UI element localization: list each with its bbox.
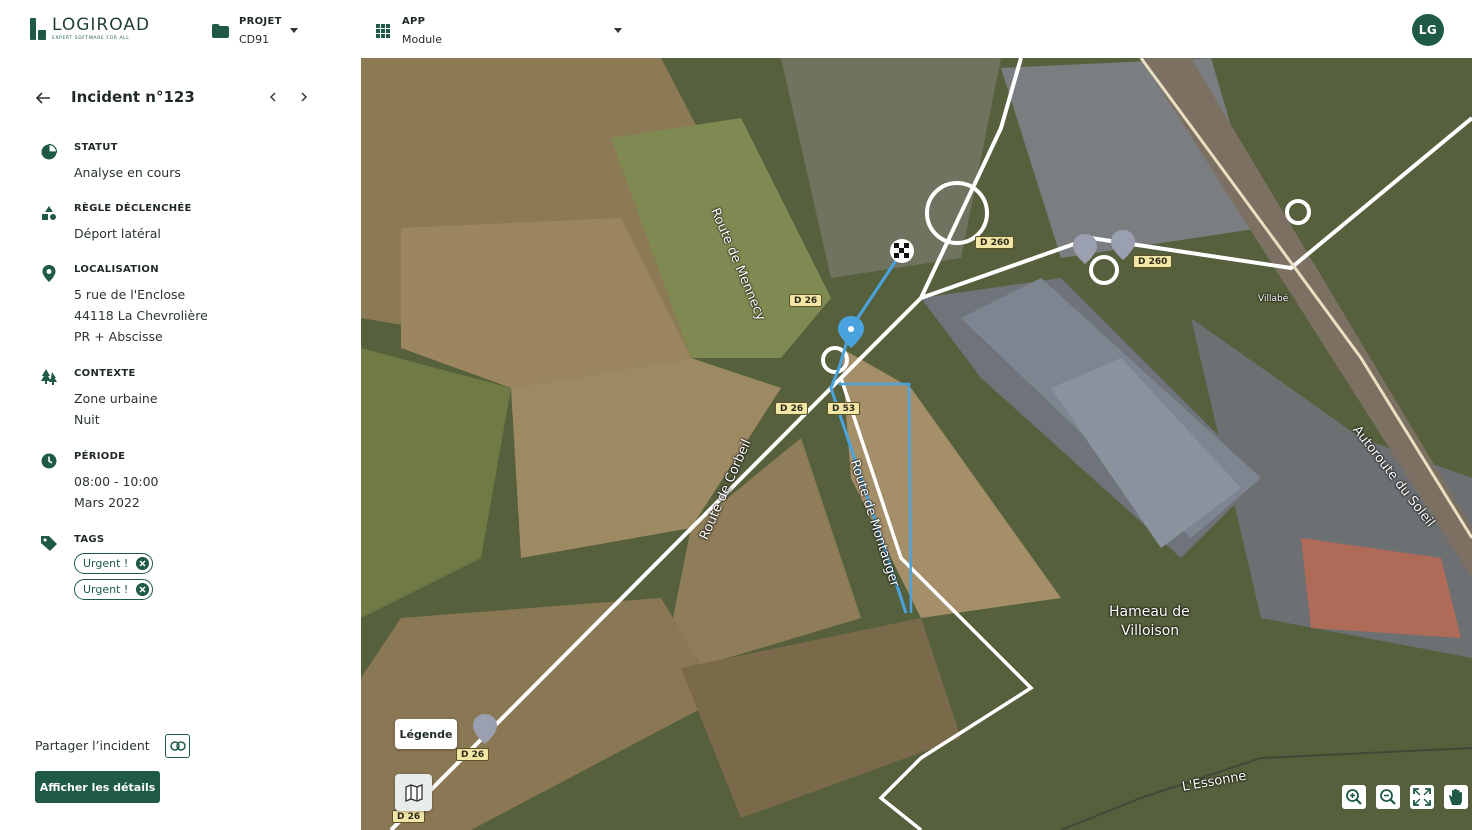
road-label: D 26 xyxy=(775,402,809,415)
grid-icon xyxy=(376,24,390,38)
chevron-down-icon xyxy=(614,28,622,33)
chevron-down-icon xyxy=(290,28,298,33)
logo-mark-icon xyxy=(28,17,48,41)
back-arrow-icon[interactable] xyxy=(35,90,51,106)
status-label: STATUT xyxy=(74,142,118,153)
road-label: D 53 xyxy=(827,402,861,415)
road-label: D 26 xyxy=(789,294,823,307)
project-value: CD91 xyxy=(239,33,270,46)
share-incident-label: Partager l’incident xyxy=(35,738,150,753)
pie-chart-icon xyxy=(41,143,58,160)
app-value: Module xyxy=(402,33,442,46)
location-pin-icon xyxy=(42,265,56,282)
logiroad-logo[interactable]: LOGIROAD EXPERT SOFTWARE FOR ALL xyxy=(28,17,150,41)
satellite-map[interactable]: D 260 D 260 D 26 D 26 D 53 D 26 D 26 Rou… xyxy=(361,58,1472,830)
tag-label: Urgent ! xyxy=(83,583,129,596)
place-label: Hameau de xyxy=(1109,604,1190,620)
zoom-out-icon xyxy=(1380,789,1396,805)
map-imagery xyxy=(361,58,1472,830)
chevron-left-icon[interactable] xyxy=(266,90,280,104)
rule-value: Déport latéral xyxy=(74,226,161,241)
map-layers-button[interactable] xyxy=(395,774,432,811)
location-line: PR + Abscisse xyxy=(74,329,163,344)
incident-title: Incident n°123 xyxy=(71,88,195,106)
road-label: D 26 xyxy=(456,748,490,761)
remove-tag-icon[interactable] xyxy=(136,557,149,570)
clock-icon xyxy=(41,453,57,469)
user-avatar[interactable]: LG xyxy=(1412,14,1444,46)
location-label: LOCALISATION xyxy=(74,264,159,275)
copy-link-button[interactable] xyxy=(165,734,190,758)
trees-icon xyxy=(41,369,57,385)
zoom-in-button[interactable] xyxy=(1342,785,1366,809)
pan-button[interactable] xyxy=(1444,785,1468,809)
tag-icon xyxy=(41,536,57,551)
logo-title: LOGIROAD xyxy=(52,15,151,35)
rule-label: RÈGLE DÉCLENCHÉE xyxy=(74,203,192,214)
remove-tag-icon[interactable] xyxy=(136,583,149,596)
tag-chip: Urgent ! xyxy=(74,579,153,600)
zoom-out-button[interactable] xyxy=(1376,785,1400,809)
shapes-icon xyxy=(42,206,56,220)
folder-icon xyxy=(212,24,229,38)
place-label: Villoison xyxy=(1121,623,1180,639)
app-label: APP xyxy=(402,16,426,27)
hand-icon xyxy=(1449,789,1462,805)
place-label: Villabé xyxy=(1258,294,1289,304)
zoom-in-icon xyxy=(1346,789,1362,805)
context-line: Zone urbaine xyxy=(74,391,158,406)
project-label: PROJET xyxy=(239,16,282,27)
road-label: D 260 xyxy=(1133,255,1173,268)
context-line: Nuit xyxy=(74,412,100,427)
link-icon xyxy=(169,741,186,751)
period-label: PÉRIODE xyxy=(74,451,126,462)
tag-label: Urgent ! xyxy=(83,557,129,570)
incident-panel: Incident n°123 STATUT Analyse en cours R… xyxy=(0,58,361,830)
road-label: D 260 xyxy=(975,236,1015,249)
show-details-button[interactable]: Afficher les détails xyxy=(35,771,160,803)
logo-subtitle: EXPERT SOFTWARE FOR ALL xyxy=(52,36,130,41)
road-label: D 26 xyxy=(392,810,426,823)
location-line: 5 rue de l'Enclose xyxy=(74,287,186,302)
map-toolbar xyxy=(1342,785,1468,809)
period-line: 08:00 - 10:00 xyxy=(74,474,159,489)
location-line: 44118 La Chevrolière xyxy=(74,308,208,323)
context-label: CONTEXTE xyxy=(74,368,136,379)
fullscreen-icon xyxy=(1413,788,1431,806)
project-selector[interactable]: PROJET CD91 xyxy=(212,15,298,46)
tags-label: TAGS xyxy=(74,534,105,545)
period-line: Mars 2022 xyxy=(74,495,140,510)
tag-chip: Urgent ! xyxy=(74,553,153,574)
chevron-right-icon[interactable] xyxy=(297,90,311,104)
map-icon xyxy=(404,783,423,802)
legend-button[interactable]: Légende xyxy=(395,719,457,749)
fullscreen-button[interactable] xyxy=(1410,785,1434,809)
checkered-flag-icon xyxy=(890,239,914,263)
top-bar: LOGIROAD EXPERT SOFTWARE FOR ALL PROJET … xyxy=(0,0,1472,58)
app-selector[interactable]: APP Module xyxy=(376,15,622,46)
status-value: Analyse en cours xyxy=(74,165,181,180)
